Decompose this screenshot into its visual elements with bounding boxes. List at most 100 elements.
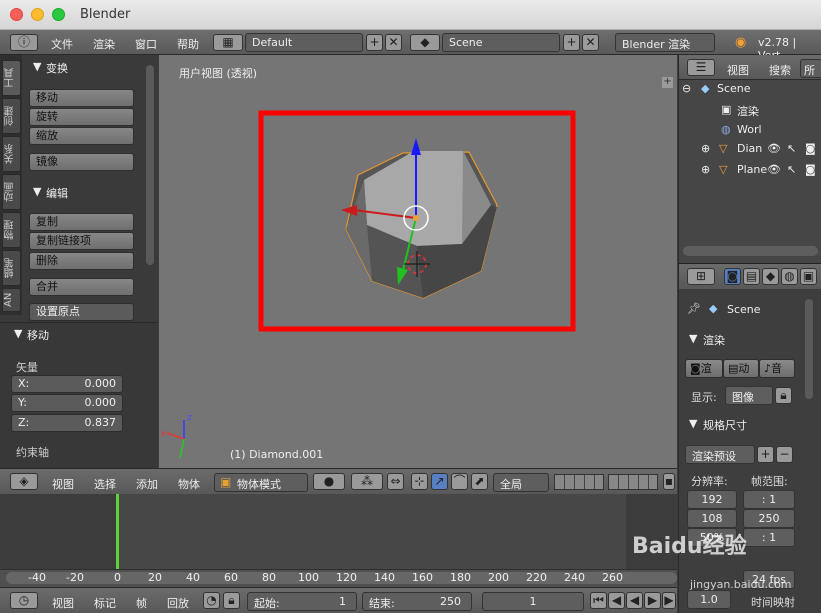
operator-panel-arrow[interactable]: ▼ bbox=[14, 327, 22, 340]
outliner-row-render[interactable]: ▣ 渲染 bbox=[679, 103, 821, 123]
layers-grid[interactable] bbox=[554, 474, 604, 490]
add-layout-icon[interactable]: + bbox=[366, 34, 383, 51]
aspect-field[interactable]: 1.0 bbox=[687, 590, 731, 609]
render-panel-title[interactable]: 渲染 bbox=[703, 332, 725, 348]
remove-scene-icon[interactable]: ✕ bbox=[582, 34, 599, 51]
join-button[interactable]: 合并 bbox=[29, 278, 134, 296]
menu-select[interactable]: 选择 bbox=[94, 476, 116, 492]
play-reverse-icon[interactable]: ◀ bbox=[626, 592, 643, 609]
remove-layout-icon[interactable]: ✕ bbox=[385, 34, 402, 51]
menu-marker[interactable]: 标记 bbox=[94, 595, 116, 611]
display-select[interactable]: 图像 bbox=[725, 386, 773, 405]
menu-add[interactable]: 添加 bbox=[136, 476, 158, 492]
render-image-button[interactable]: ◙渲 bbox=[685, 359, 723, 378]
dimensions-panel-arrow[interactable]: ▼ bbox=[689, 417, 697, 430]
tab-animation[interactable]: 动画 bbox=[2, 174, 21, 210]
end-frame-field[interactable]: 结束: 250 bbox=[362, 592, 472, 611]
transform-panel-title[interactable]: 变换 bbox=[46, 60, 68, 76]
manipulator-toggle-icon[interactable]: ⇔ bbox=[387, 473, 404, 490]
menu-search[interactable]: 搜索 bbox=[769, 62, 791, 78]
menu-window[interactable]: 窗口 bbox=[135, 36, 157, 52]
render-tab-icon[interactable]: ◙ bbox=[724, 268, 741, 285]
menu-object[interactable]: 物体 bbox=[178, 476, 200, 492]
duplicate-linked-button[interactable]: 复制链接项 bbox=[29, 232, 134, 250]
selectable-cursor-icon[interactable]: ↖ bbox=[787, 142, 796, 155]
preview-range-icon[interactable]: ◔ bbox=[203, 592, 220, 609]
tab-tools[interactable]: 工具 bbox=[2, 60, 21, 96]
render-animation-button[interactable]: ▤动 bbox=[723, 359, 759, 378]
edit-panel-title[interactable]: 编辑 bbox=[46, 185, 68, 201]
editor-type-timeline-icon[interactable]: ◷ bbox=[10, 592, 38, 609]
scale-button[interactable]: 缩放 bbox=[29, 127, 134, 145]
transform-panel-arrow[interactable]: ▼ bbox=[33, 60, 41, 73]
screen-layout-icon[interactable]: ▦ bbox=[213, 34, 243, 51]
frame-step-field[interactable]: : 1 bbox=[743, 528, 795, 547]
viewport-shading-icon[interactable]: ● bbox=[313, 473, 345, 490]
timeline-area[interactable] bbox=[0, 494, 677, 569]
remove-preset-icon[interactable]: − bbox=[776, 446, 793, 463]
start-frame-field[interactable]: 起始: 1 bbox=[247, 592, 357, 611]
tab-physics[interactable]: 物理 bbox=[2, 212, 21, 248]
lock-layers-icon[interactable]: ▪ bbox=[663, 473, 675, 490]
add-scene-icon[interactable]: + bbox=[563, 34, 580, 51]
lock-frame-icon[interactable]: 🔒︎ bbox=[223, 592, 240, 609]
scene-icon[interactable]: ◆ bbox=[410, 34, 440, 51]
outliner-row-plane[interactable]: ⊕ ▽ Plane 👁︎ ↖ ◙ bbox=[679, 163, 821, 183]
visibility-eye-icon[interactable]: 👁︎ bbox=[767, 163, 781, 176]
prev-keyframe-icon[interactable]: ◀ bbox=[608, 592, 625, 609]
menu-playback[interactable]: 回放 bbox=[167, 595, 189, 611]
world-tab-icon[interactable]: ◍ bbox=[781, 268, 798, 285]
menu-render[interactable]: 渲染 bbox=[93, 36, 115, 52]
edit-panel-arrow[interactable]: ▼ bbox=[33, 185, 41, 198]
outliner-row-world[interactable]: ◍ Worl bbox=[679, 123, 821, 143]
scene-field[interactable]: Scene bbox=[442, 33, 560, 52]
set-origin-select[interactable]: 设置原点 bbox=[29, 303, 134, 321]
layers-grid-2[interactable] bbox=[608, 474, 658, 490]
manipulator-axes-icon[interactable]: ⊹ bbox=[411, 473, 428, 490]
menu-timeline-view[interactable]: 视图 bbox=[52, 595, 74, 611]
pivot-point-icon[interactable]: ⁂ bbox=[351, 473, 383, 490]
tab-an[interactable]: AN bbox=[2, 288, 21, 312]
frame-end-field[interactable]: 250 bbox=[743, 509, 795, 528]
expand-icon[interactable]: ⊕ bbox=[701, 142, 710, 155]
diamond-object[interactable] bbox=[345, 151, 498, 299]
collapse-icon[interactable]: ⊖ bbox=[682, 82, 691, 95]
outliner-row-scene[interactable]: ⊖ ◆ Scene bbox=[679, 82, 821, 102]
resolution-y-field[interactable]: 108 bbox=[687, 509, 737, 528]
mirror-button[interactable]: 镜像 bbox=[29, 153, 134, 171]
operator-title[interactable]: 移动 bbox=[27, 327, 49, 343]
current-frame-marker[interactable] bbox=[116, 494, 119, 569]
add-preset-icon[interactable]: + bbox=[757, 446, 774, 463]
duplicate-button[interactable]: 复制 bbox=[29, 213, 134, 231]
menu-frame[interactable]: 帧 bbox=[136, 595, 147, 611]
frame-start-field[interactable]: : 1 bbox=[743, 490, 795, 509]
timeline-ruler[interactable]: -40 -20 0 20 40 60 80 100 120 140 160 18… bbox=[0, 569, 677, 587]
tool-shelf-scrollbar[interactable] bbox=[146, 65, 154, 265]
menu-help[interactable]: 帮助 bbox=[177, 36, 199, 52]
editor-type-outliner-icon[interactable]: ☰ bbox=[687, 59, 715, 76]
vector-z-field[interactable]: Z: 0.837 bbox=[11, 414, 123, 432]
3d-viewport[interactable]: 用户视图 (透视) + z x (1) Diamond.001 bbox=[159, 55, 677, 468]
translate-manipulator-icon[interactable]: ↗ bbox=[431, 473, 448, 490]
expand-icon[interactable]: ⊕ bbox=[701, 163, 710, 176]
menu-outliner-view[interactable]: 视图 bbox=[727, 62, 749, 78]
render-preset-select[interactable]: 渲染预设 bbox=[685, 445, 755, 464]
editor-type-info-icon[interactable]: ⓘ bbox=[10, 34, 38, 51]
current-frame-field[interactable]: 1 bbox=[482, 592, 584, 611]
pin-icon[interactable]: 📌︎ bbox=[687, 302, 701, 315]
lock-interface-icon[interactable]: 🔒︎ bbox=[775, 387, 792, 404]
display-mode-select[interactable]: 所 bbox=[800, 59, 821, 78]
transform-orientation-select[interactable]: 全局 bbox=[493, 473, 549, 492]
rotate-manipulator-icon[interactable]: ⌒ bbox=[451, 473, 468, 490]
outliner-scrollbar[interactable] bbox=[683, 246, 818, 256]
object-tab-icon[interactable]: ▣ bbox=[800, 268, 817, 285]
vector-x-field[interactable]: X: 0.000 bbox=[11, 375, 123, 393]
tab-relations[interactable]: 关系 bbox=[2, 136, 21, 172]
close-window-button[interactable] bbox=[10, 8, 23, 21]
dimensions-panel-title[interactable]: 规格尺寸 bbox=[703, 417, 747, 433]
editor-type-3d-icon[interactable]: ◈ bbox=[10, 473, 38, 490]
resolution-x-field[interactable]: 192 bbox=[687, 490, 737, 509]
menu-view[interactable]: 视图 bbox=[52, 476, 74, 492]
renderable-camera-icon[interactable]: ◙ bbox=[805, 163, 816, 176]
render-panel-arrow[interactable]: ▼ bbox=[689, 332, 697, 345]
